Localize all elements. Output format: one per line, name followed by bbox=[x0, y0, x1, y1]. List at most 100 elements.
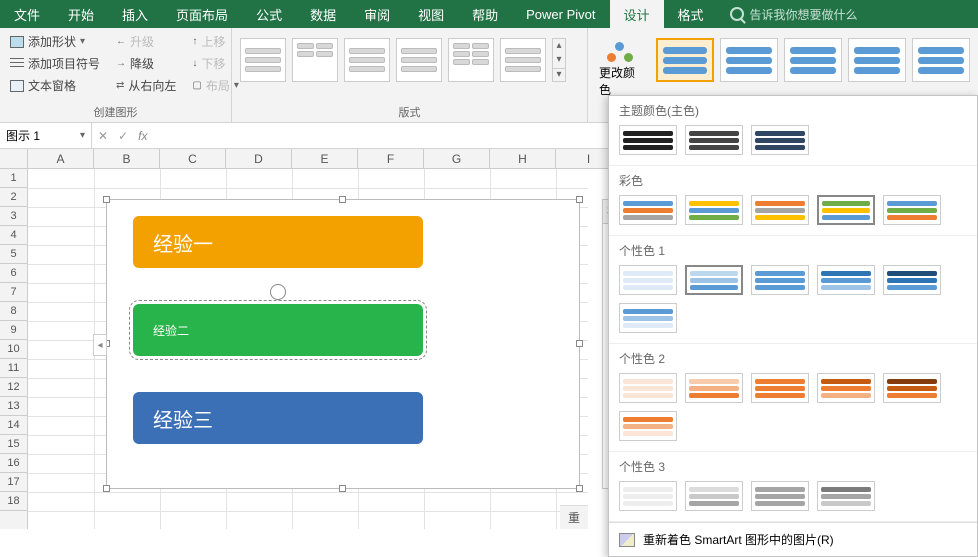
color-variation-thumb[interactable] bbox=[817, 195, 875, 225]
row-header[interactable]: 13 bbox=[0, 397, 27, 416]
row-header[interactable]: 2 bbox=[0, 188, 27, 207]
smartart-object[interactable]: ◂ 经验一 经验二 经验三 bbox=[106, 199, 580, 489]
row-header[interactable]: 3 bbox=[0, 207, 27, 226]
row-header[interactable]: 9 bbox=[0, 321, 27, 340]
gallery-more-icon[interactable]: ▾ bbox=[553, 68, 565, 80]
color-variation-thumb[interactable] bbox=[619, 303, 677, 333]
column-header[interactable]: E bbox=[292, 149, 358, 168]
resize-handle[interactable] bbox=[103, 485, 110, 492]
color-variation-thumb[interactable] bbox=[619, 125, 677, 155]
row-header[interactable]: 14 bbox=[0, 416, 27, 435]
demote-button[interactable]: →降级 bbox=[114, 54, 178, 73]
row-header[interactable]: 16 bbox=[0, 454, 27, 473]
layout-thumb[interactable] bbox=[500, 38, 546, 82]
tab-design[interactable]: 设计 bbox=[610, 0, 664, 28]
add-shape-button[interactable]: 添加形状 ▾ bbox=[8, 32, 102, 51]
gallery-down-icon[interactable]: ▾ bbox=[553, 54, 565, 65]
resize-handle[interactable] bbox=[576, 196, 583, 203]
row-header[interactable]: 7 bbox=[0, 283, 27, 302]
row-header[interactable]: 18 bbox=[0, 492, 27, 511]
gallery-up-icon[interactable]: ▴ bbox=[553, 40, 565, 51]
fx-icon[interactable]: fx bbox=[138, 129, 147, 143]
promote-button[interactable]: ←升级 bbox=[114, 32, 178, 51]
row-header[interactable]: 17 bbox=[0, 473, 27, 492]
tab-file[interactable]: 文件 bbox=[0, 0, 54, 28]
bottom-button[interactable]: 重 bbox=[560, 505, 588, 529]
smartart-shape-1[interactable]: 经验一 bbox=[133, 216, 423, 268]
row-header[interactable]: 4 bbox=[0, 226, 27, 245]
color-variation-thumb[interactable] bbox=[817, 373, 875, 403]
tab-layout[interactable]: 页面布局 bbox=[162, 0, 242, 28]
tab-home[interactable]: 开始 bbox=[54, 0, 108, 28]
color-variation-thumb[interactable] bbox=[619, 411, 677, 441]
color-variation-thumb[interactable] bbox=[751, 125, 809, 155]
color-variation-thumb[interactable] bbox=[883, 373, 941, 403]
row-header[interactable]: 5 bbox=[0, 245, 27, 264]
color-variation-thumb[interactable] bbox=[751, 481, 809, 511]
smartart-shape-3[interactable]: 经验三 bbox=[133, 392, 423, 444]
color-variation-thumb[interactable] bbox=[619, 265, 677, 295]
style-thumb[interactable] bbox=[784, 38, 842, 82]
text-pane-button[interactable]: 文本窗格 bbox=[8, 76, 102, 95]
resize-handle[interactable] bbox=[339, 196, 346, 203]
color-variation-thumb[interactable] bbox=[751, 265, 809, 295]
resize-handle[interactable] bbox=[576, 485, 583, 492]
color-variation-thumb[interactable] bbox=[685, 481, 743, 511]
cancel-icon[interactable]: ✕ bbox=[98, 129, 108, 143]
row-header[interactable]: 1 bbox=[0, 169, 27, 188]
tab-formula[interactable]: 公式 bbox=[242, 0, 296, 28]
row-header[interactable]: 8 bbox=[0, 302, 27, 321]
color-variation-thumb[interactable] bbox=[883, 195, 941, 225]
style-thumb[interactable] bbox=[720, 38, 778, 82]
color-variation-thumb[interactable] bbox=[883, 265, 941, 295]
tab-insert[interactable]: 插入 bbox=[108, 0, 162, 28]
tab-format[interactable]: 格式 bbox=[664, 0, 718, 28]
textpane-toggle[interactable]: ◂ bbox=[93, 334, 107, 356]
color-variation-thumb[interactable] bbox=[619, 481, 677, 511]
resize-handle[interactable] bbox=[576, 340, 583, 347]
name-box[interactable]: 图示 1▾ bbox=[0, 123, 92, 148]
column-header[interactable]: D bbox=[226, 149, 292, 168]
rotate-handle[interactable] bbox=[270, 284, 286, 300]
select-all-corner[interactable] bbox=[0, 149, 28, 168]
tab-review[interactable]: 审阅 bbox=[350, 0, 404, 28]
row-header[interactable]: 6 bbox=[0, 264, 27, 283]
tab-data[interactable]: 数据 bbox=[296, 0, 350, 28]
color-variation-thumb[interactable] bbox=[685, 265, 743, 295]
tab-view[interactable]: 视图 bbox=[404, 0, 458, 28]
row-header[interactable]: 10 bbox=[0, 340, 27, 359]
color-variation-thumb[interactable] bbox=[817, 265, 875, 295]
style-thumb[interactable] bbox=[848, 38, 906, 82]
column-header[interactable]: B bbox=[94, 149, 160, 168]
color-variation-thumb[interactable] bbox=[817, 481, 875, 511]
rtl-button[interactable]: ⇄从右向左 bbox=[114, 76, 178, 95]
style-thumb[interactable] bbox=[912, 38, 970, 82]
resize-handle[interactable] bbox=[103, 196, 110, 203]
column-header[interactable]: F bbox=[358, 149, 424, 168]
column-header[interactable]: G bbox=[424, 149, 490, 168]
layout-thumb[interactable] bbox=[240, 38, 286, 82]
color-variation-thumb[interactable] bbox=[751, 373, 809, 403]
column-header[interactable]: H bbox=[490, 149, 556, 168]
layout-thumb[interactable] bbox=[448, 38, 494, 82]
row-header[interactable]: 15 bbox=[0, 435, 27, 454]
add-bullet-button[interactable]: 添加项目符号 bbox=[8, 54, 102, 73]
resize-handle[interactable] bbox=[339, 485, 346, 492]
layout-thumb[interactable] bbox=[344, 38, 390, 82]
recolor-pictures-button[interactable]: 重新着色 SmartArt 图形中的图片(R) bbox=[609, 522, 977, 556]
cells-area[interactable]: ◂ 经验一 经验二 经验三 在此 bbox=[28, 169, 628, 529]
tab-powerpivot[interactable]: Power Pivot bbox=[512, 0, 609, 28]
layout-thumb[interactable] bbox=[292, 38, 338, 82]
color-variation-thumb[interactable] bbox=[751, 195, 809, 225]
color-variation-thumb[interactable] bbox=[619, 373, 677, 403]
smartart-shape-2[interactable]: 经验二 bbox=[133, 304, 423, 356]
confirm-icon[interactable]: ✓ bbox=[118, 129, 128, 143]
column-header[interactable]: C bbox=[160, 149, 226, 168]
style-thumb[interactable] bbox=[656, 38, 714, 82]
layout-thumb[interactable] bbox=[396, 38, 442, 82]
row-header[interactable]: 11 bbox=[0, 359, 27, 378]
row-header[interactable]: 12 bbox=[0, 378, 27, 397]
color-variation-thumb[interactable] bbox=[685, 373, 743, 403]
column-header[interactable]: A bbox=[28, 149, 94, 168]
color-variation-thumb[interactable] bbox=[685, 125, 743, 155]
